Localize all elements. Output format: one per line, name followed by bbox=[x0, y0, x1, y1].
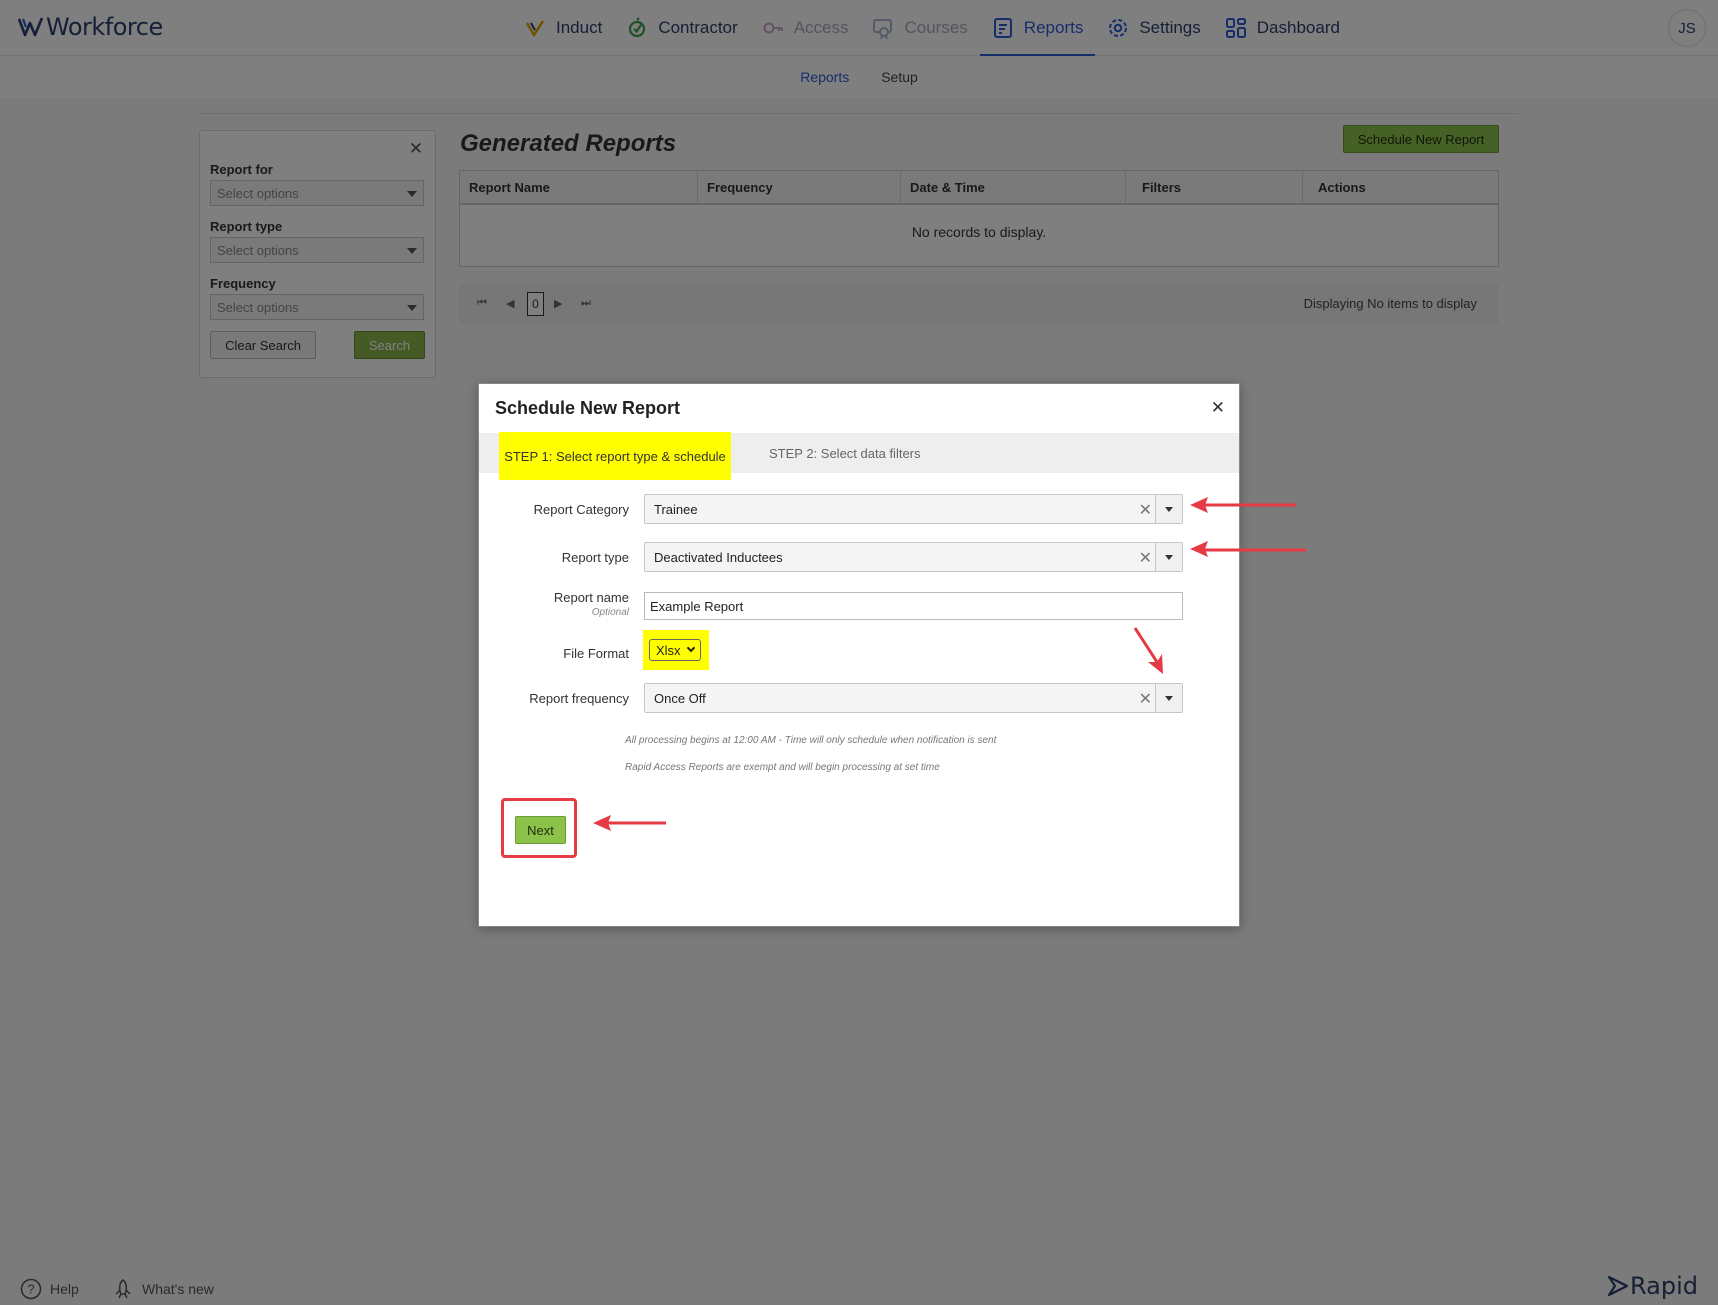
combobox-value: Once Off bbox=[654, 691, 706, 706]
close-icon[interactable]: ✕ bbox=[1211, 398, 1225, 418]
report-category-label: Report Category bbox=[533, 502, 629, 517]
chevron-down-icon bbox=[686, 643, 696, 653]
clear-icon[interactable]: ✕ bbox=[1139, 689, 1152, 709]
combobox-value: Deactivated Inductees bbox=[654, 550, 783, 565]
report-frequency-label: Report frequency bbox=[529, 691, 629, 706]
tab-step-2[interactable]: STEP 2: Select data filters bbox=[769, 433, 921, 473]
chevron-down-icon[interactable] bbox=[1155, 495, 1182, 523]
next-button-highlight: Next bbox=[501, 798, 577, 858]
file-format-label: File Format bbox=[563, 646, 629, 661]
step-tabs: STEP 1: Select report type & schedule ST… bbox=[479, 432, 1239, 480]
combobox-value: Trainee bbox=[654, 502, 698, 517]
report-name-label: Report name bbox=[553, 590, 629, 605]
report-frequency-combobox[interactable]: Once Off ✕ bbox=[644, 683, 1183, 713]
clear-icon[interactable]: ✕ bbox=[1139, 500, 1152, 520]
report-category-combobox[interactable]: Trainee ✕ bbox=[644, 494, 1183, 524]
dialog-title: Schedule New Report bbox=[495, 398, 681, 418]
chevron-down-icon[interactable] bbox=[1155, 684, 1182, 712]
report-type-combobox[interactable]: Deactivated Inductees ✕ bbox=[644, 542, 1183, 572]
clear-icon[interactable]: ✕ bbox=[1139, 548, 1152, 568]
tab-step-1[interactable]: STEP 1: Select report type & schedule bbox=[499, 432, 731, 480]
report-name-input[interactable] bbox=[644, 592, 1183, 620]
file-format-highlight: Xlsx bbox=[643, 630, 709, 670]
file-format-select[interactable]: Xlsx bbox=[649, 639, 701, 661]
report-type-label: Report type bbox=[561, 550, 629, 565]
file-format-value: Xlsx bbox=[656, 643, 681, 658]
next-button[interactable]: Next bbox=[515, 816, 566, 844]
schedule-report-dialog: Schedule New Report ✕ STEP 1: Select rep… bbox=[478, 383, 1240, 927]
chevron-down-icon[interactable] bbox=[1155, 543, 1182, 571]
processing-note: All processing begins at 12:00 AM - Time… bbox=[625, 735, 997, 746]
exempt-note: Rapid Access Reports are exempt and will… bbox=[625, 762, 940, 773]
optional-hint: Optional bbox=[591, 607, 629, 618]
